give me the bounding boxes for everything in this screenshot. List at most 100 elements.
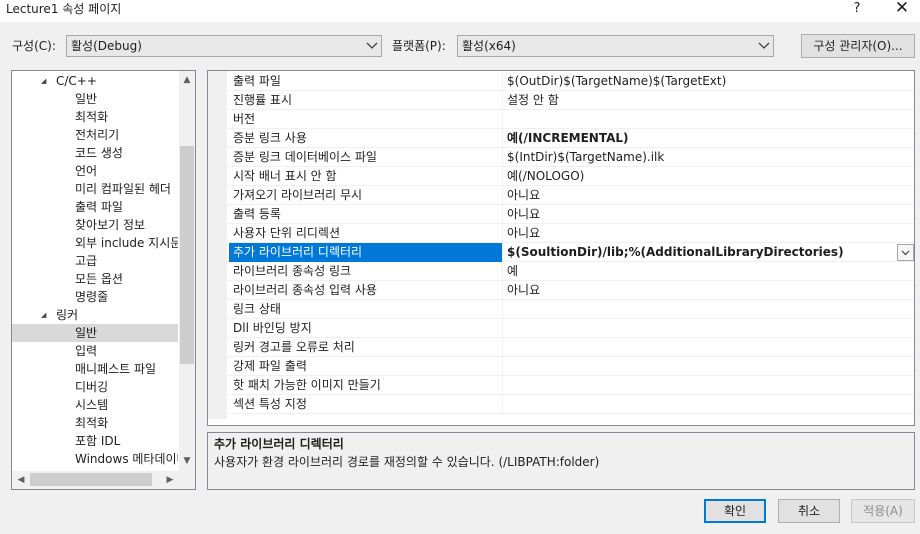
property-name: 가져오기 라이브러리 무시 [233, 188, 363, 202]
property-value: 설정 안 함 [507, 93, 559, 107]
platform-dropdown[interactable]: 활성(x64) [457, 35, 774, 57]
cancel-button[interactable]: 취소 [778, 499, 840, 523]
tree-item[interactable]: 미리 컴파일된 헤더 [12, 180, 178, 198]
property-name: 시작 배너 표시 안 함 [233, 169, 337, 183]
column-divider [502, 148, 503, 167]
column-divider [502, 186, 503, 205]
property-name: 핫 패치 가능한 이미지 만들기 [233, 378, 381, 392]
tree-item[interactable]: 명령줄 [12, 288, 178, 306]
property-value: 예 [507, 264, 519, 278]
property-row[interactable]: 사용자 단위 리디렉션 아니요 [227, 224, 914, 243]
property-row[interactable]: 시작 배너 표시 안 함 예(/NOLOGO) [227, 167, 914, 186]
property-name: 라이브러리 종속성 링크 [233, 264, 352, 278]
column-divider [502, 110, 503, 129]
property-name: 진행률 표시 [233, 93, 293, 107]
tree-item[interactable]: 전처리기 [12, 126, 178, 144]
property-row[interactable]: 링크 상태 [227, 300, 914, 319]
tree-item-label: 찾아보기 정보 [75, 218, 146, 232]
property-row[interactable]: 진행률 표시 설정 안 함 [227, 91, 914, 110]
title-bar: Lecture1 속성 페이지 ? ✕ [0, 0, 920, 22]
tree-item[interactable]: 최적화 [12, 108, 178, 126]
tree-item[interactable]: 입력 [12, 342, 178, 360]
column-divider [502, 205, 503, 224]
scroll-up-icon[interactable]: ▲ [179, 72, 195, 88]
tree-group[interactable]: ◢ C/C++ [12, 72, 178, 90]
expand-arrow-icon[interactable]: ◢ [41, 306, 46, 324]
tree-item[interactable]: 포함 IDL [12, 432, 178, 450]
tree-item[interactable]: 모든 옵션 [12, 270, 178, 288]
property-row[interactable]: 라이브러리 종속성 입력 사용 아니요 [227, 281, 914, 300]
apply-button[interactable]: 적용(A) [851, 499, 915, 523]
property-name: 추가 라이브러리 디렉터리 [229, 243, 502, 262]
property-value: 아니요 [507, 283, 541, 297]
property-value: $(OutDir)$(TargetName)$(TargetExt) [507, 74, 727, 88]
property-name: 사용자 단위 리디렉션 [233, 226, 340, 240]
tree-item-label: 일반 [75, 326, 98, 340]
chevron-down-icon [758, 42, 770, 49]
description-pane: 추가 라이브러리 디렉터리 사용자가 환경 라이브러리 경로를 재정의할 수 있… [207, 432, 915, 490]
tree-item-label: 최적화 [75, 416, 109, 430]
property-row[interactable]: 강제 파일 출력 [227, 357, 914, 376]
scroll-thumb[interactable] [180, 146, 194, 364]
description-title: 추가 라이브러리 디렉터리 [214, 437, 344, 451]
property-row[interactable]: 섹션 특성 지정 [227, 395, 914, 414]
tree-item[interactable]: 시스템 [12, 396, 178, 414]
tree-item-label: Windows 메타데이터 [75, 452, 178, 466]
property-row[interactable]: 출력 등록 아니요 [227, 205, 914, 224]
scroll-corner [179, 471, 195, 489]
tree-item[interactable]: 매니페스트 파일 [12, 360, 178, 378]
property-name: 라이브러리 종속성 입력 사용 [233, 283, 377, 297]
chevron-down-icon [901, 250, 910, 256]
expand-arrow-icon[interactable]: ◢ [41, 72, 46, 90]
column-divider [502, 243, 503, 262]
column-divider [502, 319, 503, 338]
tree-item[interactable]: 고급 [12, 252, 178, 270]
property-value: 아니요 [507, 207, 541, 221]
tree-item[interactable]: 찾아보기 정보 [12, 216, 178, 234]
scroll-down-icon[interactable]: ▼ [179, 453, 195, 469]
property-row[interactable]: Dll 바인딩 방지 [227, 319, 914, 338]
property-value[interactable]: $(SoultionDir)/lib;%(AdditionalLibraryDi… [507, 243, 844, 262]
property-row[interactable]: 가져오기 라이브러리 무시 아니요 [227, 186, 914, 205]
tree-item[interactable]: 일반 [12, 90, 178, 108]
tree-item-label: 디버깅 [75, 380, 109, 394]
tree-item-label: 전처리기 [75, 128, 120, 142]
tree-item[interactable]: 일반 [12, 324, 178, 342]
column-divider [502, 281, 503, 300]
property-row[interactable]: 핫 패치 가능한 이미지 만들기 [227, 376, 914, 395]
value-dropdown-button[interactable] [897, 244, 914, 261]
tree-item[interactable]: 디버깅 [12, 378, 178, 396]
property-value: 예(/INCREMENTAL) [507, 131, 629, 145]
column-divider [502, 395, 503, 414]
property-row[interactable]: 버전 [227, 110, 914, 129]
tree-vertical-scrollbar[interactable]: ▲ ▼ [179, 71, 195, 471]
tree-item-label: 코드 생성 [75, 146, 123, 160]
tree-item[interactable]: 출력 파일 [12, 198, 178, 216]
config-dropdown[interactable]: 활성(Debug) [66, 35, 382, 57]
description-text: 사용자가 환경 라이브러리 경로를 재정의할 수 있습니다. (/LIBPATH… [214, 455, 600, 469]
property-grid: 출력 파일 $(OutDir)$(TargetName)$(TargetExt) 진… [207, 70, 915, 426]
tree-item[interactable]: 언어 [12, 162, 178, 180]
config-manager-button[interactable]: 구성 관리자(O)... [801, 34, 915, 58]
scroll-right-icon[interactable]: ▶ [162, 472, 178, 488]
scroll-thumb[interactable] [30, 473, 152, 486]
property-row[interactable]: 링커 경고를 오류로 처리 [227, 338, 914, 357]
tree-group[interactable]: ◢ 링커 [12, 306, 178, 324]
ok-button[interactable]: 확인 [704, 499, 766, 523]
tree-item[interactable]: Windows 메타데이터 [12, 450, 178, 468]
column-divider [502, 300, 503, 319]
help-button[interactable]: ? [845, 0, 869, 18]
scroll-left-icon[interactable]: ◀ [13, 472, 29, 488]
property-row[interactable]: 증분 링크 데이터베이스 파일 $(IntDir)$(TargetName).il… [227, 148, 914, 167]
close-button[interactable]: ✕ [888, 0, 916, 18]
property-row[interactable]: 라이브러리 종속성 링크 예 [227, 262, 914, 281]
property-row[interactable]: 추가 라이브러리 디렉터리 $(SoultionDir)/lib;%(Additi… [227, 243, 914, 262]
column-divider [502, 72, 503, 91]
tree-horizontal-scrollbar[interactable]: ◀ ▶ [12, 471, 179, 489]
property-row[interactable]: 증분 링크 사용 예(/INCREMENTAL) [227, 129, 914, 148]
tree-item[interactable]: 외부 include 지시문 [12, 234, 178, 252]
tree-item[interactable]: 최적화 [12, 414, 178, 432]
tree-item[interactable]: 코드 생성 [12, 144, 178, 162]
property-row[interactable]: 출력 파일 $(OutDir)$(TargetName)$(TargetExt) [227, 72, 914, 91]
property-name: 증분 링크 사용 [233, 131, 307, 145]
